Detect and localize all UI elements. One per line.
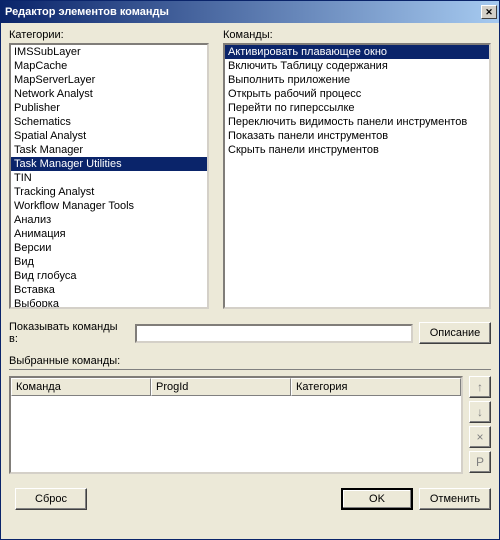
category-item[interactable]: Анимация bbox=[11, 227, 207, 241]
selected-commands-label: Выбранные команды: bbox=[9, 355, 491, 367]
dialog-window: Редактор элементов команды ✕ Категории: … bbox=[0, 0, 500, 540]
command-item[interactable]: Выполнить приложение bbox=[225, 73, 489, 87]
top-labels: Категории: Команды: bbox=[9, 29, 491, 41]
category-item[interactable]: Publisher bbox=[11, 101, 207, 115]
close-icon[interactable]: ✕ bbox=[481, 5, 497, 19]
selected-commands-row: Команда ProgId Категория ↑ ↓ × P bbox=[9, 376, 491, 474]
remove-button[interactable]: × bbox=[469, 426, 491, 448]
category-item[interactable]: Версии bbox=[11, 241, 207, 255]
categories-label: Категории: bbox=[9, 29, 209, 41]
category-item[interactable]: Task Manager bbox=[11, 143, 207, 157]
category-item[interactable]: Tracking Analyst bbox=[11, 185, 207, 199]
commands-label: Команды: bbox=[223, 29, 491, 41]
category-item[interactable]: Вид глобуса bbox=[11, 269, 207, 283]
ok-button[interactable]: OK bbox=[341, 488, 413, 510]
command-item[interactable]: Переключить видимость панели инструменто… bbox=[225, 115, 489, 129]
category-item[interactable]: Schematics bbox=[11, 115, 207, 129]
category-item[interactable]: Network Analyst bbox=[11, 87, 207, 101]
side-buttons: ↑ ↓ × P bbox=[469, 376, 491, 474]
category-item[interactable]: Task Manager Utilities bbox=[11, 157, 207, 171]
category-item[interactable]: Выборка bbox=[11, 297, 207, 309]
column-command[interactable]: Команда bbox=[11, 378, 151, 396]
category-item[interactable]: Вставка bbox=[11, 283, 207, 297]
category-item[interactable]: IMSSubLayer bbox=[11, 45, 207, 59]
command-item[interactable]: Показать панели инструментов bbox=[225, 129, 489, 143]
show-commands-input[interactable] bbox=[135, 324, 413, 343]
p-button[interactable]: P bbox=[469, 451, 491, 473]
bottom-buttons: Сброс OK Отменить bbox=[9, 488, 491, 510]
description-button[interactable]: Описание bbox=[419, 322, 491, 344]
command-item[interactable]: Перейти по гиперссылке bbox=[225, 101, 489, 115]
category-item[interactable]: Workflow Manager Tools bbox=[11, 199, 207, 213]
selected-commands-table[interactable]: Команда ProgId Категория bbox=[9, 376, 463, 474]
command-item[interactable]: Открыть рабочий процесс bbox=[225, 87, 489, 101]
p-icon: P bbox=[476, 455, 484, 469]
arrow-up-icon: ↑ bbox=[477, 380, 483, 394]
show-commands-label: Показывать команды в: bbox=[9, 321, 129, 345]
commands-listbox[interactable]: Активировать плавающее окноВключить Табл… bbox=[223, 43, 491, 309]
category-item[interactable]: MapCache bbox=[11, 59, 207, 73]
separator bbox=[9, 369, 491, 370]
dialog-content: Категории: Команды: IMSSubLayerMapCacheM… bbox=[1, 23, 499, 539]
category-item[interactable]: Анализ bbox=[11, 213, 207, 227]
window-title: Редактор элементов команды bbox=[5, 6, 169, 18]
category-item[interactable]: Вид bbox=[11, 255, 207, 269]
column-progid[interactable]: ProgId bbox=[151, 378, 291, 396]
table-header: Команда ProgId Категория bbox=[11, 378, 461, 396]
cancel-button[interactable]: Отменить bbox=[419, 488, 491, 510]
category-item[interactable]: Spatial Analyst bbox=[11, 129, 207, 143]
categories-listbox[interactable]: IMSSubLayerMapCacheMapServerLayerNetwork… bbox=[9, 43, 209, 309]
category-item[interactable]: TIN bbox=[11, 171, 207, 185]
move-down-button[interactable]: ↓ bbox=[469, 401, 491, 423]
lists-row: IMSSubLayerMapCacheMapServerLayerNetwork… bbox=[9, 43, 491, 309]
command-item[interactable]: Активировать плавающее окно bbox=[225, 45, 489, 59]
titlebar: Редактор элементов команды ✕ bbox=[1, 1, 499, 23]
reset-button[interactable]: Сброс bbox=[15, 488, 87, 510]
command-item[interactable]: Включить Таблицу содержания bbox=[225, 59, 489, 73]
column-category[interactable]: Категория bbox=[291, 378, 461, 396]
command-item[interactable]: Скрыть панели инструментов bbox=[225, 143, 489, 157]
arrow-down-icon: ↓ bbox=[477, 405, 483, 419]
show-commands-row: Показывать команды в: Описание bbox=[9, 321, 491, 345]
remove-icon: × bbox=[476, 430, 483, 444]
move-up-button[interactable]: ↑ bbox=[469, 376, 491, 398]
category-item[interactable]: MapServerLayer bbox=[11, 73, 207, 87]
